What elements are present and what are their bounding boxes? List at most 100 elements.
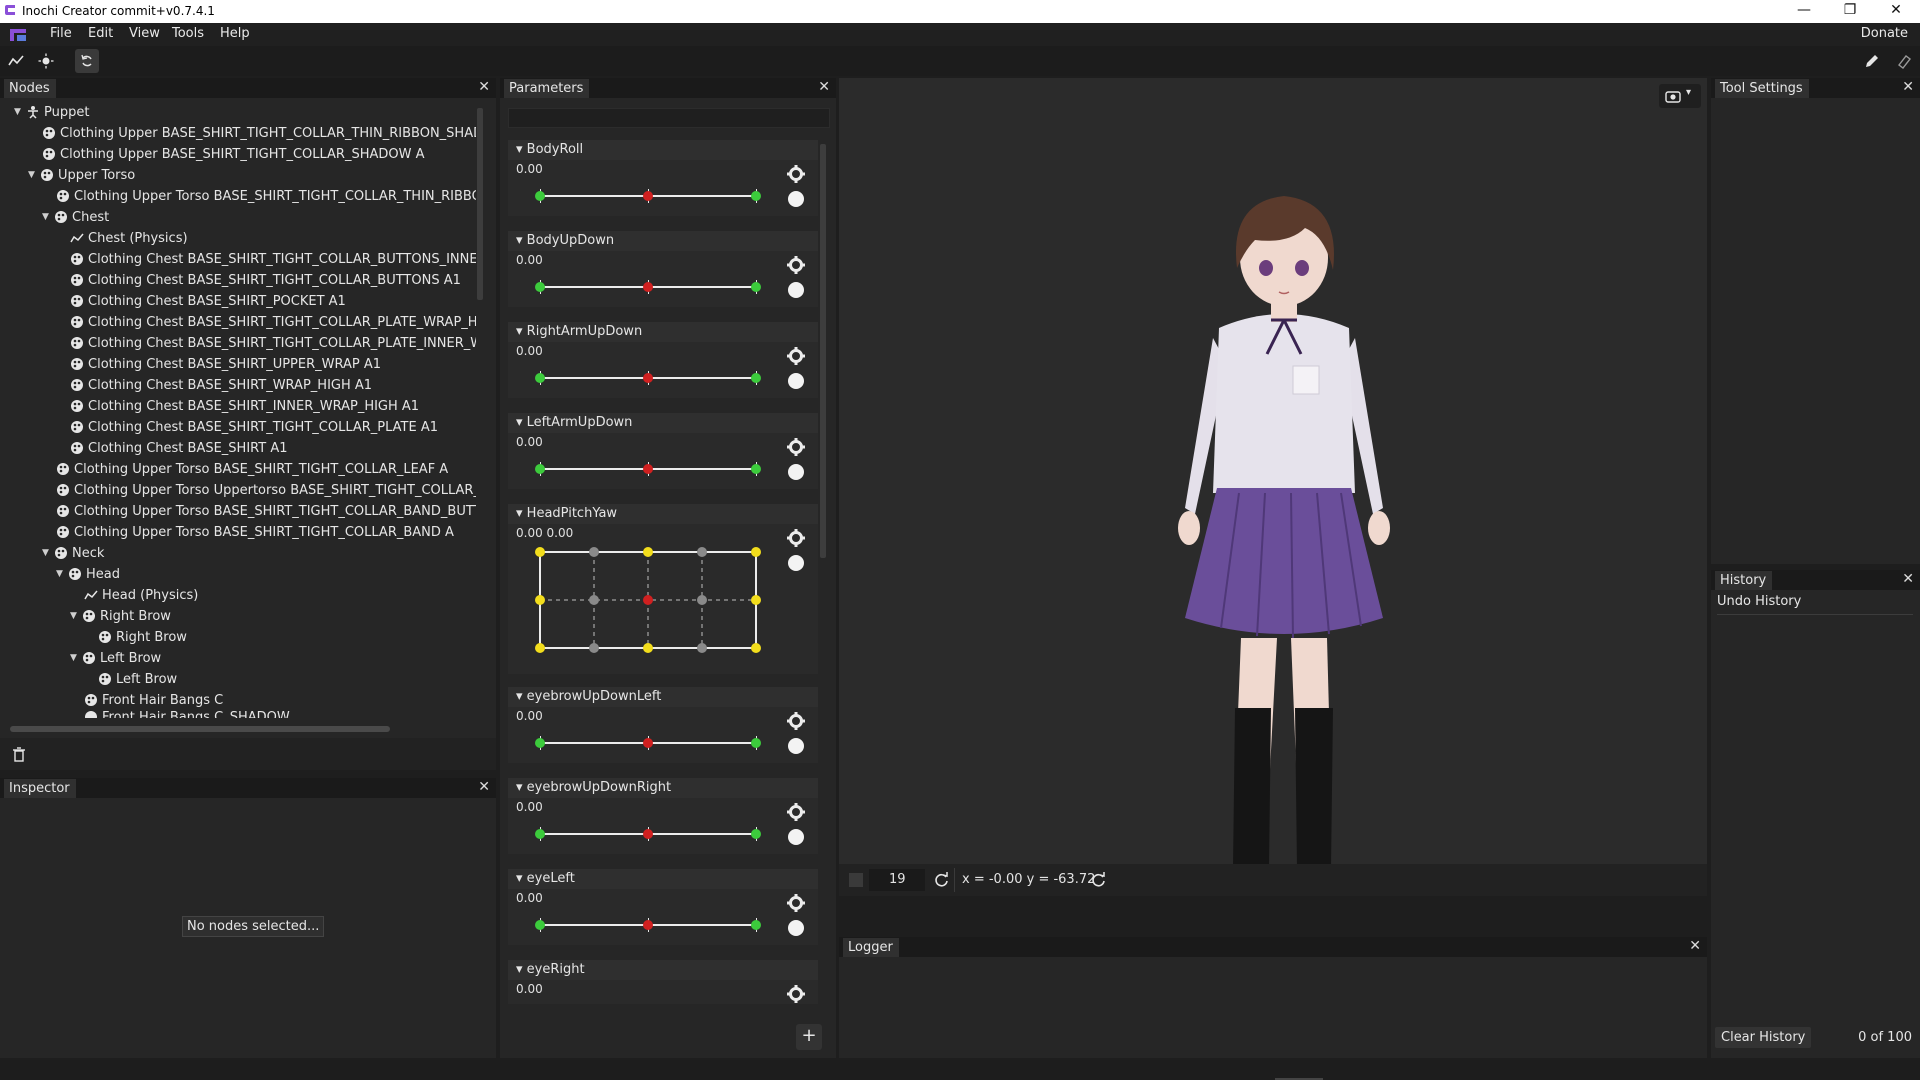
keypoint-handle[interactable] [751,191,761,201]
chevron-down-icon[interactable]: ▾ [516,780,527,795]
keypoint-handle[interactable] [535,282,545,292]
tree-row[interactable]: Clothing Chest BASE_SHIRT_TIGHT_COLLAR_B… [70,270,461,290]
armed-toggle[interactable] [788,555,804,571]
tree-row[interactable]: Right Brow [98,627,187,647]
erase-mode-button[interactable] [1892,49,1916,73]
chevron-down-icon[interactable]: ▾ [516,324,527,339]
tree-row[interactable]: Clothing Upper BASE_SHIRT_TIGHT_COLLAR_T… [42,123,476,143]
edit-mode-button[interactable] [1860,49,1884,73]
close-window-button[interactable]: ✕ [1873,0,1919,23]
add-parameter-button[interactable]: + [796,1024,822,1050]
gear-icon[interactable] [786,437,806,457]
keypoint-handle[interactable] [535,191,545,201]
tree-row-right-brow[interactable]: ▼ Right Brow [70,606,171,626]
tree-row[interactable]: Clothing Upper BASE_SHIRT_TIGHT_COLLAR_S… [42,144,425,164]
menu-help[interactable]: Help [220,26,250,41]
parameter-header[interactable]: ▾ eyebrowUpDownRight [508,778,818,798]
tree-row[interactable]: Clothing Chest BASE_SHIRT_WRAP_HIGH A1 [70,375,372,395]
tree-row[interactable]: Clothing Chest BASE_SHIRT_TIGHT_COLLAR_P… [70,333,476,353]
reset-position-button[interactable] [1090,871,1108,889]
tree-row-left-brow[interactable]: ▼ Left Brow [70,648,161,668]
delete-node-button[interactable] [10,746,28,764]
keypoint-handle[interactable] [751,373,761,383]
armed-toggle[interactable] [788,282,804,298]
tree-row[interactable]: Clothing Upper Torso BASE_SHIRT_TIGHT_CO… [56,522,454,542]
parameters-tab[interactable]: Parameters [504,79,590,98]
chevron-down-icon[interactable]: ▾ [516,142,527,157]
parameter-header[interactable]: ▾ RightArmUpDown [508,322,818,342]
chevron-down-icon[interactable]: ▼ [28,170,40,180]
keypoint-handle[interactable] [535,373,545,383]
armed-toggle[interactable] [788,829,804,845]
logger-tab[interactable]: Logger [843,938,899,957]
tree-row[interactable]: Clothing Chest BASE_SHIRT_TIGHT_COLLAR_B… [70,249,476,269]
reset-zoom-button[interactable] [933,871,951,889]
parameter-2d-grid[interactable] [534,544,762,656]
parameter-header[interactable]: ▾ eyebrowUpDownLeft [508,687,818,707]
tree-row[interactable]: Left Brow [98,669,177,689]
parameter-header[interactable]: ▾ BodyUpDown [508,231,818,251]
chevron-down-icon[interactable]: ▾ [516,233,527,248]
chevron-down-icon[interactable]: ▾ [516,871,527,886]
tool-settings-tab[interactable]: Tool Settings [1715,79,1809,98]
tree-row[interactable]: Head (Physics) [84,585,198,605]
node-tree-vertical-scrollbar[interactable] [477,108,483,300]
parameter-header[interactable]: ▾ BodyRoll [508,140,818,160]
tree-row-head[interactable]: ▼ Head [56,564,120,584]
keypoint-handle[interactable] [751,738,761,748]
reset-button[interactable] [75,49,99,73]
gear-icon[interactable] [786,711,806,731]
menu-tools[interactable]: Tools [172,26,204,41]
gear-icon[interactable] [786,528,806,548]
armed-toggle[interactable] [788,373,804,389]
zoom-input[interactable]: 19 [869,869,925,891]
keypoint-handle[interactable] [535,738,545,748]
current-value-handle[interactable] [643,373,653,383]
node-tree-horizontal-scrollbar[interactable] [10,726,390,732]
tree-row[interactable]: Clothing Chest BASE_SHIRT_INNER_WRAP_HIG… [70,396,419,416]
parameter-search-input[interactable] [508,108,830,128]
tree-row-neck[interactable]: ▼ Neck [42,543,104,563]
armed-toggle[interactable] [788,464,804,480]
tree-row[interactable]: Clothing Chest BASE_SHIRT_POCKET A1 [70,291,346,311]
tree-row[interactable]: Chest (Physics) [70,228,188,248]
current-value-handle[interactable] [643,920,653,930]
keypoint-handle[interactable] [751,829,761,839]
keypoint-handle[interactable] [535,920,545,930]
gear-icon[interactable] [786,893,806,913]
keypoint-handle[interactable] [535,464,545,474]
close-icon[interactable]: ✕ [1902,571,1914,587]
tree-row[interactable]: Front Hair Bangs C_SHADOW [84,710,290,718]
current-value-handle[interactable] [643,464,653,474]
chevron-down-icon[interactable]: ▼ [42,548,54,558]
chevron-down-icon[interactable]: ▼ [70,611,82,621]
tree-row[interactable]: Front Hair Bangs C [84,690,223,710]
snap-checkbox[interactable] [849,873,863,887]
chevron-down-icon[interactable]: ▾ [516,689,527,704]
tree-row-upper-torso[interactable]: ▼ Upper Torso [28,165,135,185]
gear-icon[interactable] [786,802,806,822]
armed-toggle[interactable] [788,920,804,936]
tree-row[interactable]: Clothing Chest BASE_SHIRT A1 [70,438,288,458]
keypoint-handle[interactable] [751,282,761,292]
current-value-handle[interactable] [643,191,653,201]
tree-row[interactable]: Clothing Chest BASE_SHIRT_TIGHT_COLLAR_P… [70,417,438,437]
tree-row[interactable]: Clothing Upper Torso BASE_SHIRT_TIGHT_CO… [56,459,448,479]
parameter-header[interactable]: ▾ HeadPitchYaw [508,504,818,524]
chevron-down-icon[interactable]: ▾ [516,415,527,430]
clear-history-button[interactable]: Clear History [1715,1027,1812,1048]
lighting-toggle-button[interactable] [34,49,58,73]
keypoint-handle[interactable] [751,464,761,474]
gear-icon[interactable] [786,984,806,1004]
gear-icon[interactable] [786,164,806,184]
close-icon[interactable]: ✕ [818,79,830,95]
tree-row[interactable]: Clothing Chest BASE_SHIRT_TIGHT_COLLAR_P… [70,312,476,332]
viewport[interactable]: ▾ 19 x = -0.00 y = -63.72 [839,78,1707,896]
close-icon[interactable]: ✕ [1902,79,1914,95]
donate-link[interactable]: Donate [1861,26,1908,41]
parameter-header[interactable]: ▾ eyeLeft [508,869,818,889]
keypoint-handle[interactable] [751,920,761,930]
nodes-tab[interactable]: Nodes [4,79,56,98]
current-value-handle[interactable] [643,738,653,748]
close-icon[interactable]: ✕ [1689,938,1701,954]
